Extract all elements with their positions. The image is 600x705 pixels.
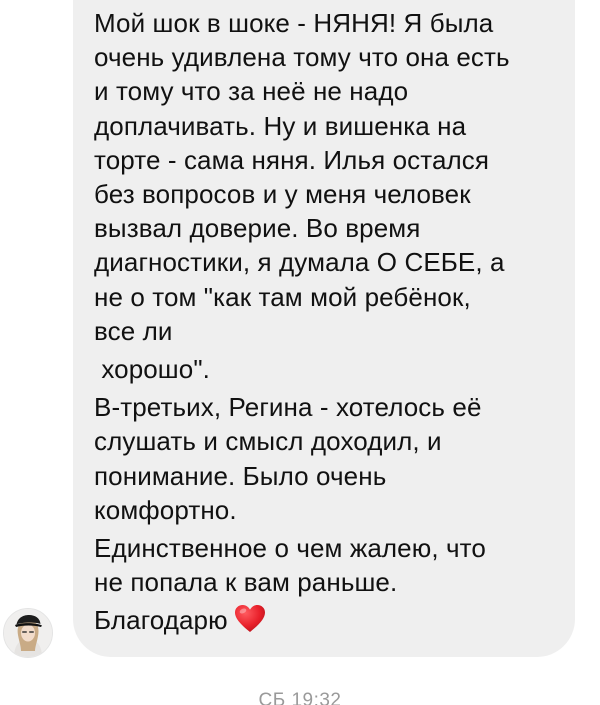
message-paragraph: Единственное о чем жалею, что не попала …: [94, 531, 555, 599]
message-paragraph: В-третьих, Регина - хотелось её слушать …: [94, 390, 555, 527]
message-paragraph: Мой шок в шоке - НЯНЯ! Я была очень удив…: [94, 6, 555, 348]
message-line: слушать и смысл доходил, и: [94, 426, 442, 457]
message-line: очень удивлена тому что она есть: [94, 42, 510, 73]
message-line: диагностики, я думала О СЕБЕ, а: [94, 247, 505, 278]
heart-icon: [234, 604, 266, 642]
message-line: комфортно.: [94, 494, 237, 525]
message-line: Мой шок в шоке - НЯНЯ! Я была: [94, 8, 494, 38]
message-line: В-третьих, Регина - хотелось её: [94, 392, 482, 423]
message-line: все ли: [94, 315, 173, 346]
message-line: без вопросов и у меня человек: [94, 179, 471, 210]
chat-thread: Мой шок в шоке - НЯНЯ! Я была очень удив…: [0, 0, 600, 705]
message-line: доплачивать. Ну и вишенка на: [94, 110, 467, 141]
avatar-image: [4, 609, 52, 657]
message-bubble[interactable]: Мой шок в шоке - НЯНЯ! Я была очень удив…: [73, 0, 575, 657]
message-closing: Благодарю: [94, 603, 555, 642]
message-line: Единственное о чем жалею, что: [94, 533, 486, 564]
sender-avatar[interactable]: [3, 608, 53, 658]
message-paragraph: хорошо".: [94, 352, 555, 386]
message-line: не о том "как там мой ребёнок,: [94, 281, 471, 312]
message-line: понимание. Было очень: [94, 460, 387, 491]
message-line: не попала к вам раньше.: [94, 567, 398, 598]
message-line: торте - сама няня. Илья остался: [94, 144, 490, 175]
message-line: вызвал доверие. Во время: [94, 213, 421, 244]
message-timestamp: СБ 19:32: [258, 690, 342, 705]
message-line: и тому что за неё не надо: [94, 76, 409, 107]
closing-text: Благодарю: [94, 605, 228, 636]
message-line: хорошо".: [94, 354, 210, 385]
